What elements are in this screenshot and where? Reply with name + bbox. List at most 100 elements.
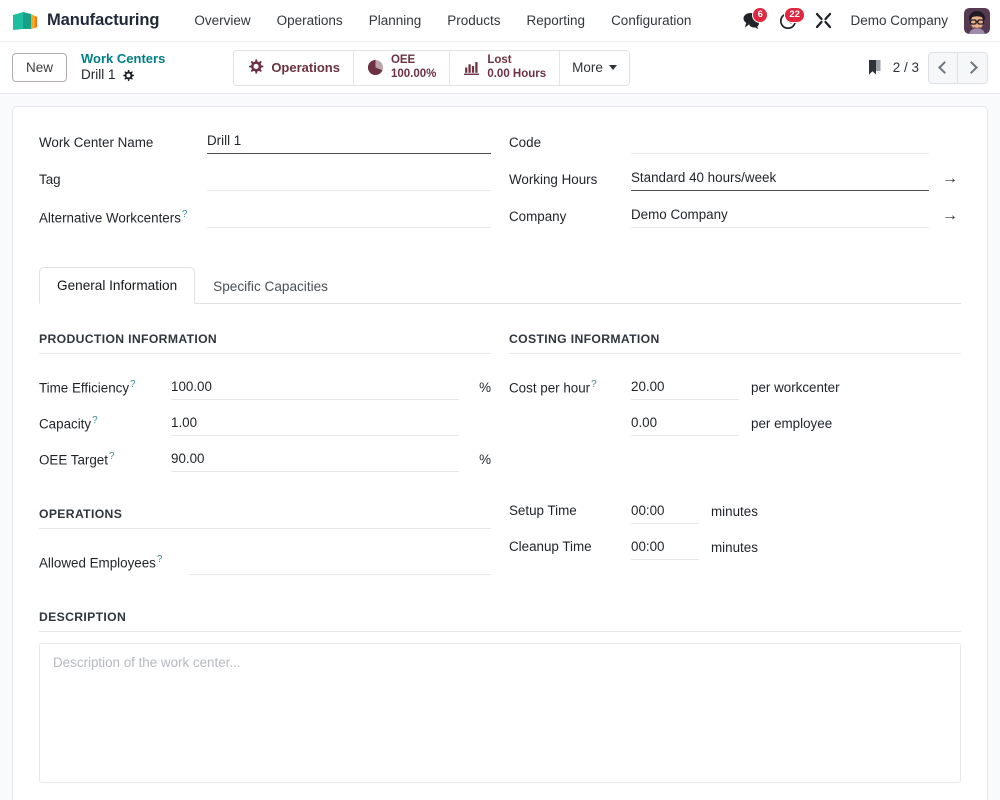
input-capacity[interactable]: 1.00 (171, 411, 459, 436)
control-panel: New Work Centers Drill 1 Operations (0, 42, 1000, 94)
notebook-right-column: COSTING INFORMATION Cost per hour? 20.00… (509, 332, 961, 580)
stat-button-oee[interactable]: OEE 100.00% (354, 51, 450, 85)
chevron-down-icon (609, 65, 617, 70)
tab-specific-capacities[interactable]: Specific Capacities (195, 268, 346, 304)
tab-general-information[interactable]: General Information (39, 267, 195, 304)
input-oee-target[interactable]: 90.00 (171, 447, 459, 472)
breadcrumb-current: Drill 1 (81, 67, 165, 84)
value-capacity: 1.00 (171, 411, 491, 436)
field-setup-time: Setup Time 00:00 minutes (509, 493, 961, 529)
help-icon[interactable]: ? (182, 209, 188, 220)
suffix-time-efficiency: % (467, 380, 491, 395)
label-cost-per-hour-text: Cost per hour (509, 380, 590, 395)
nav-item-products[interactable]: Products (434, 7, 513, 34)
new-button[interactable]: New (12, 53, 67, 82)
top-navbar: Manufacturing Overview Operations Planni… (0, 0, 1000, 42)
manufacturing-logo-icon (12, 11, 38, 31)
input-alternative-workcenters[interactable] (207, 203, 491, 228)
stat-text-oee: OEE 100.00% (391, 54, 436, 80)
help-icon[interactable]: ? (591, 379, 597, 390)
nav-item-planning[interactable]: Planning (356, 7, 435, 34)
pager: 2 / 3 (867, 52, 988, 84)
wrench-icon (815, 12, 832, 29)
nav-menu: Overview Operations Planning Products Re… (181, 7, 704, 34)
input-setup-time[interactable]: 00:00 (631, 499, 699, 524)
messages-button[interactable]: 6 (734, 6, 768, 36)
stat-label-oee: OEE (391, 54, 436, 67)
input-cost-per-employee[interactable]: 0.00 (631, 411, 739, 436)
field-tag: Tag (39, 166, 491, 203)
input-code[interactable] (631, 129, 929, 154)
help-icon[interactable]: ? (157, 554, 163, 565)
notebook-tabs: General Information Specific Capacities (39, 266, 961, 304)
field-capacity: Capacity? 1.00 (39, 405, 491, 441)
gear-icon[interactable] (122, 70, 134, 82)
value-oee-target: 90.00 % (171, 447, 491, 472)
breadcrumb-current-label: Drill 1 (81, 67, 116, 84)
description-textarea[interactable]: Description of the work center... (39, 643, 961, 783)
value-alternative-workcenters (207, 203, 491, 228)
label-work-center-name: Work Center Name (39, 129, 207, 152)
stat-text-lost: Lost 0.00 Hours (487, 54, 546, 80)
label-time-efficiency: Time Efficiency? (39, 378, 171, 397)
pie-chart-icon (367, 59, 384, 76)
input-company[interactable]: Demo Company (631, 203, 929, 228)
field-alternative-workcenters: Alternative Workcenters? (39, 203, 491, 240)
label-capacity: Capacity? (39, 414, 171, 433)
field-oee-target: OEE Target? 90.00 % (39, 441, 491, 477)
label-alternative-workcenters-text: Alternative Workcenters (39, 210, 181, 225)
help-icon[interactable]: ? (130, 379, 136, 390)
nav-item-configuration[interactable]: Configuration (598, 7, 704, 34)
nav-item-reporting[interactable]: Reporting (514, 7, 599, 34)
brand[interactable]: Manufacturing (12, 11, 159, 31)
input-cost-per-hour[interactable]: 20.00 (631, 375, 739, 400)
value-tag (207, 166, 491, 191)
value-time-efficiency: 100.00 % (171, 375, 491, 400)
sheet-background: Work Center Name Drill 1 Tag Alternative… (0, 94, 1000, 800)
chevron-left-icon (938, 61, 951, 74)
input-cleanup-time[interactable]: 00:00 (631, 535, 699, 560)
notebook-body: PRODUCTION INFORMATION Time Efficiency? … (39, 304, 961, 580)
company-switcher[interactable]: Demo Company (841, 7, 957, 34)
suffix-oee-target: % (467, 452, 491, 467)
value-company: Demo Company → (631, 203, 961, 228)
notebook-left-column: PRODUCTION INFORMATION Time Efficiency? … (39, 332, 491, 580)
pager-next-button[interactable] (958, 53, 987, 83)
internal-link-company[interactable]: → (939, 208, 961, 224)
label-working-hours: Working Hours (509, 166, 631, 189)
gear-icon (247, 59, 264, 76)
label-alternative-workcenters: Alternative Workcenters? (39, 203, 207, 228)
help-icon[interactable]: ? (92, 415, 98, 426)
input-working-hours[interactable]: Standard 40 hours/week (631, 166, 929, 191)
form-sheet: Work Center Name Drill 1 Tag Alternative… (12, 106, 988, 800)
input-tag[interactable] (207, 166, 491, 191)
nav-item-overview[interactable]: Overview (181, 7, 263, 34)
input-time-efficiency[interactable]: 100.00 (171, 375, 459, 400)
stat-button-lost[interactable]: Lost 0.00 Hours (450, 51, 560, 85)
more-dropdown-button[interactable]: More (560, 51, 629, 85)
label-allowed-employees-text: Allowed Employees (39, 555, 156, 570)
pager-previous-button[interactable] (929, 53, 958, 83)
stat-value-lost: 0.00 Hours (487, 68, 546, 81)
group-title-operations: OPERATIONS (39, 507, 491, 529)
user-avatar[interactable] (964, 8, 990, 34)
internal-link-working-hours[interactable]: → (939, 171, 961, 187)
input-work-center-name[interactable]: Drill 1 (207, 129, 491, 154)
breadcrumb-parent-link[interactable]: Work Centers (81, 51, 165, 67)
field-working-hours: Working Hours Standard 40 hours/week → (509, 166, 961, 203)
field-time-efficiency: Time Efficiency? 100.00 % (39, 369, 491, 405)
bookmark-icon[interactable] (867, 59, 884, 77)
help-icon[interactable]: ? (109, 451, 115, 462)
breadcrumb: Work Centers Drill 1 (81, 51, 165, 84)
label-cleanup-time: Cleanup Time (509, 538, 631, 555)
label-oee-target-text: OEE Target (39, 452, 108, 467)
tools-button[interactable] (808, 6, 838, 36)
stat-label-lost: Lost (487, 54, 546, 67)
input-allowed-employees[interactable] (189, 550, 491, 575)
activities-button[interactable]: 22 (771, 6, 805, 36)
field-code: Code (509, 129, 961, 166)
nav-item-operations[interactable]: Operations (264, 7, 356, 34)
stat-button-operations[interactable]: Operations (234, 51, 354, 85)
activities-badge: 22 (784, 7, 806, 24)
field-company: Company Demo Company → (509, 203, 961, 240)
